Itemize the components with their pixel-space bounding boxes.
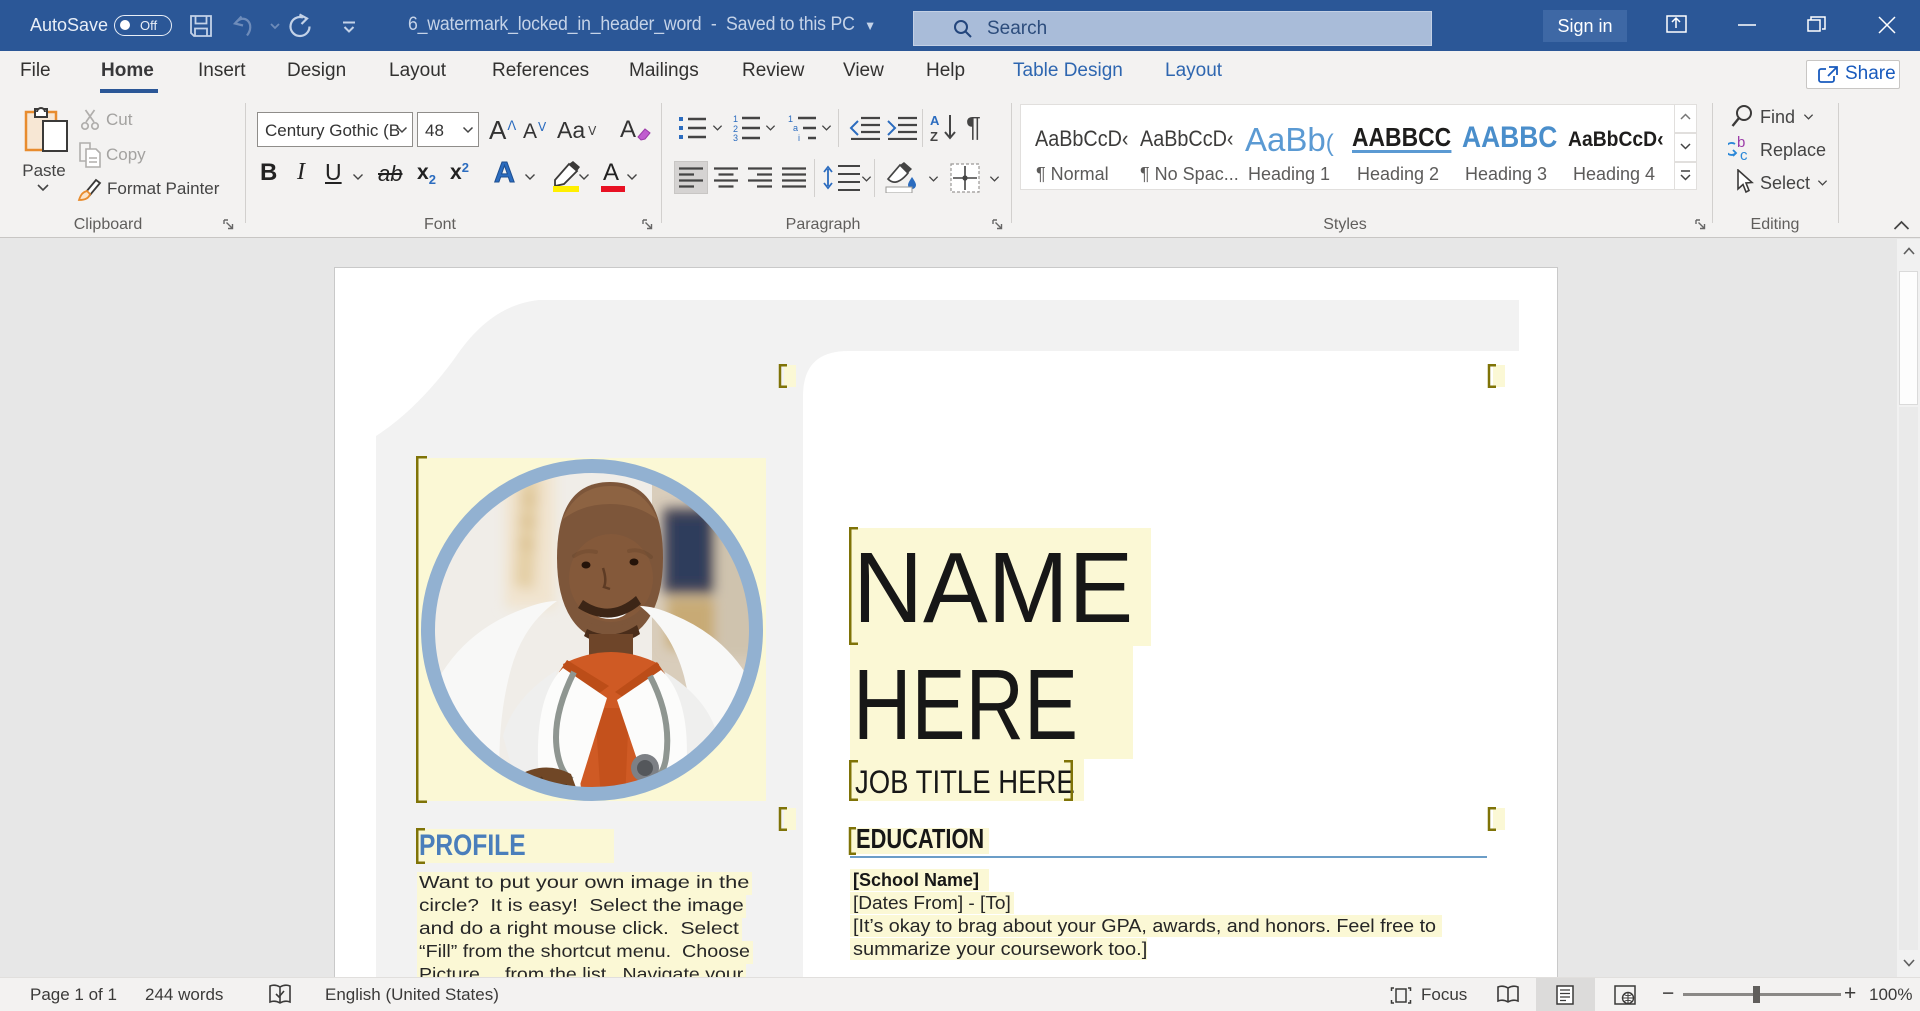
- svg-text:c: c: [1740, 147, 1748, 162]
- svg-text:i: i: [798, 133, 800, 141]
- svg-text:1: 1: [733, 114, 738, 124]
- svg-text:a: a: [793, 123, 798, 133]
- svg-text:Z: Z: [930, 129, 938, 143]
- svg-text:A: A: [930, 113, 940, 128]
- svg-text:3: 3: [733, 133, 738, 141]
